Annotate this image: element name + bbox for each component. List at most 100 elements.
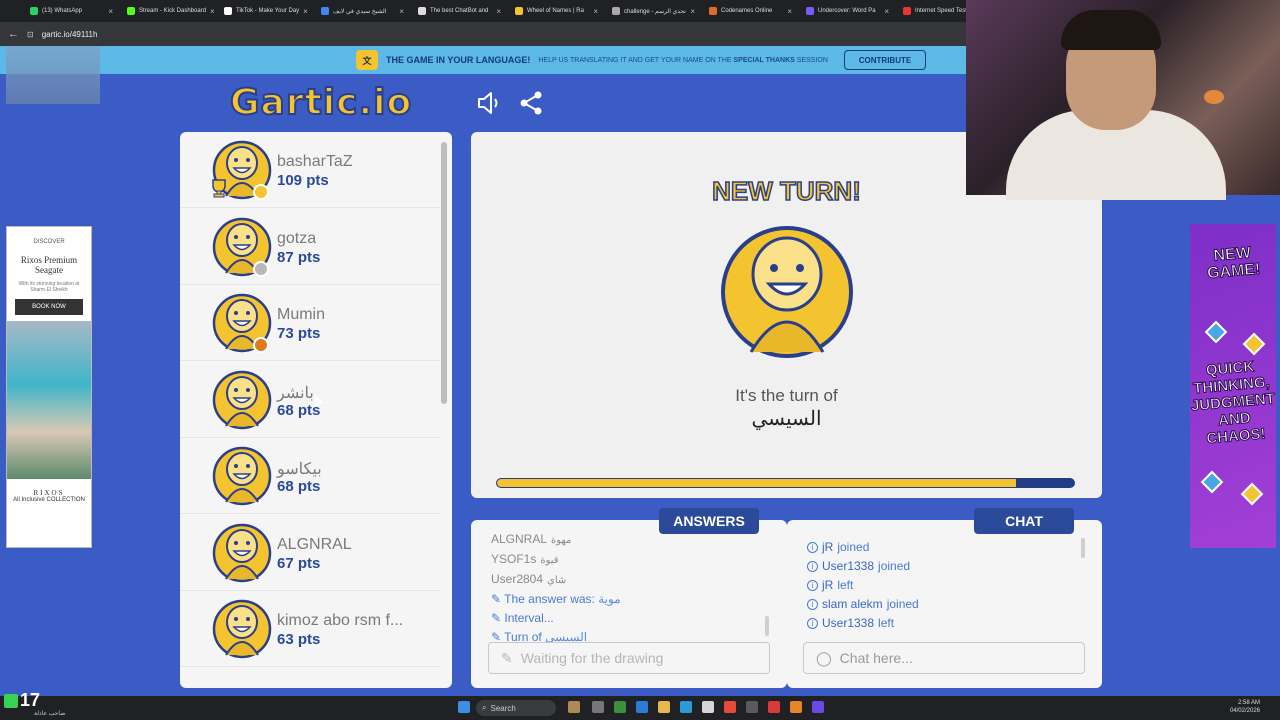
browser-tab[interactable]: الشيخ سيدي في لايف × (315, 2, 410, 20)
tab-close-icon[interactable]: × (787, 7, 792, 16)
tab-close-icon[interactable]: × (496, 7, 501, 16)
answer-line: ALGNRAL مهوة (491, 530, 767, 550)
taskbar-search-label: Search (490, 703, 516, 713)
tab-close-icon[interactable]: × (593, 7, 598, 16)
windows-start-icon[interactable] (458, 701, 470, 713)
share-icon[interactable] (518, 90, 544, 116)
browser-tab[interactable]: Wheel of Names | Ra × (509, 2, 604, 20)
task-view-icon[interactable] (592, 701, 604, 713)
widgets-icon[interactable] (568, 701, 580, 713)
tab-close-icon[interactable]: × (108, 7, 113, 16)
edge-icon[interactable] (636, 701, 648, 713)
taskbar-search[interactable]: ⌕ Search (476, 700, 556, 716)
chat-user[interactable]: User1338 (822, 557, 874, 576)
tab-close-icon[interactable]: × (210, 7, 215, 16)
windows-taskbar: ⌕ Search 2:58 AM 04/02/2026 (0, 696, 1280, 720)
obs-icon[interactable] (746, 701, 758, 713)
contribute-button[interactable]: CONTRIBUTE (844, 50, 926, 70)
browser-tab[interactable]: challenge - تحدي الرسم × (606, 2, 701, 20)
pencil-icon: ✎ (501, 649, 513, 666)
browser-tab[interactable]: (13) WhatsApp × (24, 2, 119, 20)
chat-user[interactable]: User1338 (822, 614, 874, 633)
ad-book-now-button[interactable]: BOOK NOW (15, 299, 83, 315)
answer-text: مهوة (551, 535, 572, 546)
right-advertisement[interactable]: NEW GAME! QUICK THINKING, JUDGMENT AND C… (1190, 224, 1276, 548)
player-avatar (212, 370, 272, 430)
tab-close-icon[interactable]: × (303, 7, 308, 16)
ad-description: With its stunning location at Sharm El S… (18, 281, 80, 293)
answer-user: ALGNRAL (491, 532, 548, 546)
system-message-word: السيسي (545, 630, 588, 642)
webcam-overlay (966, 0, 1280, 200)
player-row[interactable]: ALGNRAL 67 pts (180, 515, 440, 591)
banner-text-after: SESSION (796, 56, 828, 64)
answer-text: قيوة (540, 555, 559, 566)
answer-line: ✎ The answer was: موية (491, 590, 767, 609)
browser-tab[interactable]: Undercover: Word Pa × (800, 2, 895, 20)
banner-title: THE GAME IN YOUR LANGUAGE! (386, 55, 531, 65)
tab-label: Stream - Kick Dashboard (139, 8, 207, 14)
player-row[interactable]: بانشر 68 pts (180, 362, 440, 438)
taskbar-clock[interactable]: 2:58 AM 04/02/2026 (1230, 699, 1260, 715)
player-status-dot (253, 337, 269, 353)
sound-icon[interactable] (476, 90, 502, 116)
chat-log: i jR joined i User1338 joined i jR left i slam ale… (807, 538, 1082, 642)
chat-bubble-icon: ◯ (816, 649, 832, 666)
tab-favicon-icon (612, 7, 620, 15)
gem-icon (1242, 332, 1266, 356)
chat-action: joined (837, 540, 870, 554)
tab-close-icon[interactable]: × (884, 7, 889, 16)
app-icon[interactable] (702, 701, 714, 713)
viewer-icon (4, 693, 18, 708)
player-row[interactable]: بيكاسو 68 pts (180, 438, 440, 514)
discord-icon[interactable] (812, 701, 824, 713)
player-row[interactable]: gotza 87 pts (180, 209, 440, 285)
info-icon: i (807, 599, 818, 610)
banner-text-bold: SPECIAL THANKS (733, 56, 795, 64)
player-row[interactable]: basharTaZ 109 pts (180, 132, 440, 208)
chat-user[interactable]: jR (822, 576, 833, 595)
browser-tab[interactable]: TikTok - Make Your Day × (218, 2, 313, 20)
info-icon: i (807, 580, 818, 591)
chat-user[interactable]: slam alekm (822, 595, 883, 614)
player-points: 67 pts (277, 554, 321, 572)
app-icon[interactable] (680, 701, 692, 713)
info-icon: i (807, 618, 818, 629)
chat-scrollbar[interactable] (1081, 538, 1085, 558)
player-list[interactable]: basharTaZ 109 pts gotza 87 pts Mumin 73 pts با… (180, 132, 452, 688)
answers-scrollbar[interactable] (765, 616, 769, 636)
url-text[interactable]: gartic.io/49111h (42, 30, 98, 39)
tab-label: challenge - تحدي الرسم (624, 8, 686, 15)
player-row[interactable]: kimoz abo rsm f... 63 pts (180, 591, 440, 667)
player-list-scrollbar[interactable] (441, 142, 447, 404)
browser-tab[interactable]: Codenames Online × (703, 2, 798, 20)
player-row[interactable]: Mumin 73 pts (180, 285, 440, 361)
chat-user[interactable]: jR (822, 538, 833, 557)
browser-tab[interactable]: Stream - Kick Dashboard × (121, 2, 216, 20)
browser-tab[interactable]: The best ChatBot and × (412, 2, 507, 20)
answer-input[interactable]: ✎ Waiting for the drawing (488, 642, 770, 674)
app-icon[interactable] (790, 701, 802, 713)
app-icon[interactable] (768, 701, 780, 713)
background-lamp (1204, 90, 1224, 104)
back-arrow-icon[interactable]: ← (8, 28, 19, 40)
chat-action: left (878, 616, 895, 630)
left-advertisement[interactable]: DISCOVER Rixos Premium Seagate With its … (6, 226, 92, 548)
chat-title[interactable]: CHAT (974, 508, 1074, 534)
tab-close-icon[interactable]: × (399, 7, 404, 16)
ad-logo: RIXOS (33, 489, 65, 497)
tab-label: Wheel of Names | Ra (527, 8, 584, 14)
app-icon[interactable] (614, 701, 626, 713)
tab-label: Codenames Online (721, 8, 773, 14)
tab-label: TikTok - Make Your Day (236, 8, 300, 14)
chat-line: i jR left (807, 576, 1082, 595)
chrome-icon[interactable] (724, 701, 736, 713)
site-info-icon[interactable]: ⊡ (27, 30, 34, 39)
tab-close-icon[interactable]: × (690, 7, 695, 16)
answer-placeholder: Waiting for the drawing (520, 650, 664, 666)
pencil-icon: ✎ (491, 630, 505, 642)
file-explorer-icon[interactable] (658, 701, 670, 713)
streamer-overlay-thumbnail (6, 46, 100, 104)
gem-icon (1204, 320, 1228, 344)
chat-input[interactable]: ◯ Chat here... (803, 642, 1085, 674)
